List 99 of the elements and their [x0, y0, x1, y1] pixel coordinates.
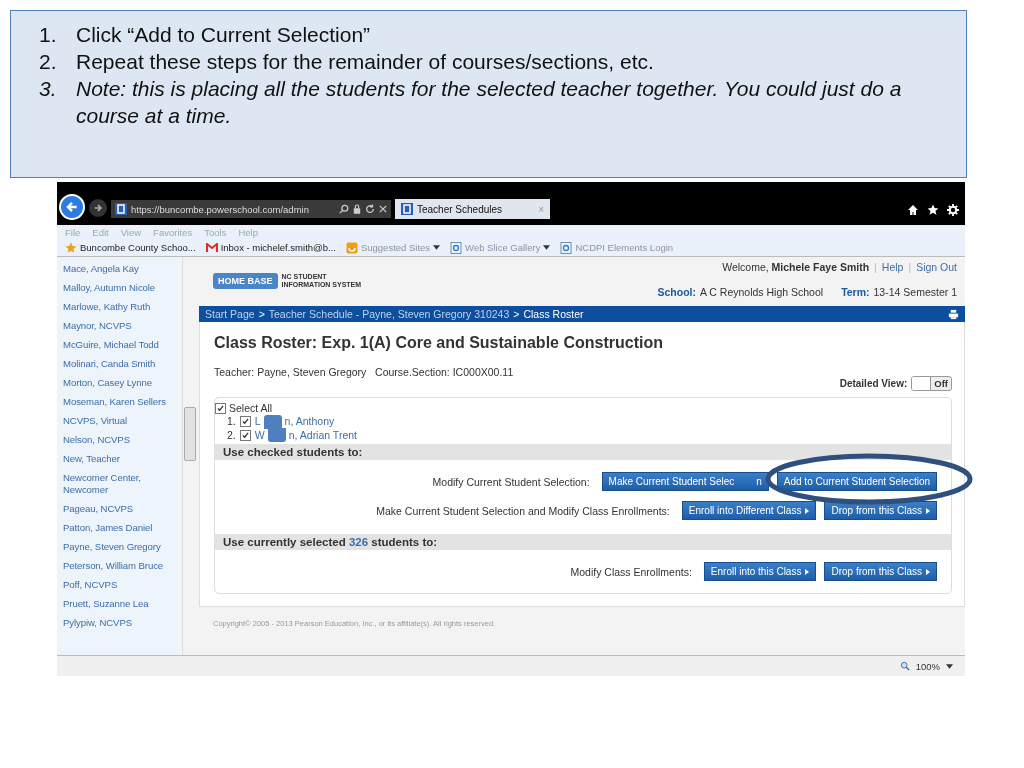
detailed-view-label: Detailed View:: [839, 378, 908, 389]
browser-tab[interactable]: Teacher Schedules ×: [395, 199, 550, 219]
school-label: School:: [657, 286, 696, 298]
sign-out-link[interactable]: Sign Out: [916, 261, 957, 273]
search-icon[interactable]: [339, 204, 349, 214]
teacher-link[interactable]: Malloy, Autumn Nicole: [57, 278, 182, 297]
select-all-label: Select All: [229, 402, 273, 414]
action-button[interactable]: Add to Current Student Selection: [776, 472, 937, 491]
student-name-end[interactable]: n, Adrian Trent: [288, 429, 357, 441]
term-value: 13-14 Semester 1: [873, 286, 957, 298]
teacher-link[interactable]: Mace, Angela Kay: [57, 259, 182, 278]
arrow-icon: [926, 568, 930, 575]
teacher-link[interactable]: Morton, Casey Lynne: [57, 373, 182, 392]
home-icon[interactable]: [907, 204, 919, 216]
teacher-link[interactable]: Payne, Steven Gregory: [57, 537, 182, 556]
caret-icon: [543, 245, 551, 250]
scrollbar[interactable]: [182, 257, 196, 655]
arrow-icon: [65, 200, 79, 214]
step-number: 3.: [38, 76, 58, 102]
checkbox[interactable]: [239, 415, 251, 427]
teacher-link[interactable]: NCVPS, Virtual: [57, 411, 182, 430]
back-button[interactable]: [59, 194, 85, 220]
mail-icon: [205, 242, 218, 253]
favorites-link[interactable]: Buncombe County Schoo...: [65, 241, 196, 254]
student-count-link[interactable]: 326: [348, 536, 369, 548]
teacher-link[interactable]: Pageau, NCVPS: [57, 499, 182, 518]
printer-icon[interactable]: [948, 308, 959, 320]
forward-button[interactable]: [89, 199, 107, 217]
favorites-link[interactable]: NCDPI Elements Login: [560, 241, 674, 254]
teacher-link[interactable]: Newcomer Center, Newcomer: [57, 468, 182, 499]
teacher-link[interactable]: Peterson, William Bruce: [57, 556, 182, 575]
action-button[interactable]: Enroll into this Class: [703, 562, 817, 581]
teacher-link[interactable]: New, Teacher: [57, 449, 182, 468]
arrow-icon: [805, 507, 810, 514]
checkbox[interactable]: [215, 402, 226, 414]
site-icon: [401, 203, 413, 215]
row-number: 2.: [227, 429, 236, 441]
zoom-icon: [899, 661, 910, 671]
student-name-end[interactable]: n, Anthony: [284, 415, 335, 427]
suggested-sites-icon: [345, 241, 358, 254]
teacher-info: Teacher: Payne, Steven Gregory Course.Section: IC000X00.11: [214, 366, 515, 378]
breadcrumb-link[interactable]: Start Page: [205, 308, 255, 320]
favorites-link[interactable]: Suggested Sites: [345, 241, 441, 254]
favorites-link[interactable]: Web Slice Gallery: [450, 241, 551, 254]
step-text: Repeat these steps for the remainder of courses/sections, etc.: [76, 49, 654, 75]
section-heading: Use currently selected 326 students to:: [215, 534, 951, 550]
close-icon[interactable]: [379, 205, 387, 213]
teacher-link[interactable]: Pylypiw, NCVPS: [57, 613, 182, 632]
breadcrumb-link[interactable]: Teacher Schedule - Payne, Steven Gregory 310243: [268, 308, 510, 320]
arrow-icon: [805, 568, 810, 575]
teacher-link[interactable]: Pruett, Suzanne Lea: [57, 594, 182, 613]
teacher-link[interactable]: McGuire, Michael Todd: [57, 335, 182, 354]
lock-icon: [353, 204, 361, 214]
arrow-icon: [93, 203, 103, 213]
section-heading: Use checked students to:: [215, 444, 951, 460]
site-icon: [115, 203, 127, 215]
separator: |: [874, 261, 877, 273]
action-label: Modify Class Enrollments:: [570, 565, 692, 578]
breadcrumb-separator: >: [513, 308, 520, 320]
teacher-link[interactable]: Moseman, Karen Sellers: [57, 392, 182, 411]
separator: |: [908, 261, 912, 273]
favorites-link[interactable]: Inbox - michelef.smith@b...: [205, 242, 336, 253]
action-label: Make Current Student Selection and Modify Class Enrollments:: [376, 504, 670, 517]
welcome-text: Welcome, Michele Faye Smith: [722, 261, 870, 273]
breadcrumb-separator: >: [258, 308, 265, 320]
zoom-level[interactable]: 100%: [915, 660, 940, 672]
teacher-link[interactable]: Marlowe, Kathy Ruth: [57, 297, 182, 316]
detailed-view-toggle[interactable]: Off: [911, 376, 952, 391]
action-button[interactable]: Drop from this Class: [824, 562, 937, 581]
teacher-link[interactable]: Molinari, Canda Smith: [57, 354, 182, 373]
help-link[interactable]: Help: [881, 261, 904, 273]
teacher-link[interactable]: Nelson, NCVPS: [57, 430, 182, 449]
term-label: Term:: [841, 286, 870, 298]
step-text: Click “Add to Current Selection”: [76, 22, 371, 48]
page-title: Class Roster: Exp. 1(A) Core and Sustainable Construction: [214, 334, 664, 352]
teacher-link[interactable]: Patton, James Daniel: [57, 518, 182, 537]
refresh-icon[interactable]: [365, 204, 375, 214]
breadcrumb-current: Class Roster: [523, 308, 584, 320]
checkbox[interactable]: [239, 429, 251, 441]
teacher-link[interactable]: Poff, NCVPS: [57, 575, 182, 594]
star-icon[interactable]: [927, 204, 939, 216]
student-name-start[interactable]: W: [254, 429, 265, 441]
action-label: Modify Current Student Selection:: [432, 475, 590, 488]
student-name-start[interactable]: L: [254, 415, 261, 427]
redaction-bar: [263, 414, 282, 429]
caret-icon[interactable]: [946, 663, 953, 669]
school-name: A C Reynolds High School: [699, 286, 824, 298]
arrow-icon: [926, 507, 930, 514]
action-button[interactable]: Make Current Student Selec n: [601, 472, 769, 491]
action-button[interactable]: Enroll into Different Class: [681, 501, 817, 520]
row-number: 1.: [227, 415, 236, 427]
step-text: Note: this is placing all the students for the selected teacher together. You could just do a course at a time.: [76, 76, 903, 129]
teacher-link[interactable]: Maynor, NCVPS: [57, 316, 182, 335]
step-number: 2.: [38, 49, 58, 75]
step-number: 1.: [38, 22, 58, 48]
caret-icon: [433, 245, 441, 250]
settings-icon[interactable]: [947, 204, 959, 216]
address-bar[interactable]: https://buncombe.powerschool.com/admin: [111, 200, 391, 218]
star-icon: [65, 241, 77, 254]
